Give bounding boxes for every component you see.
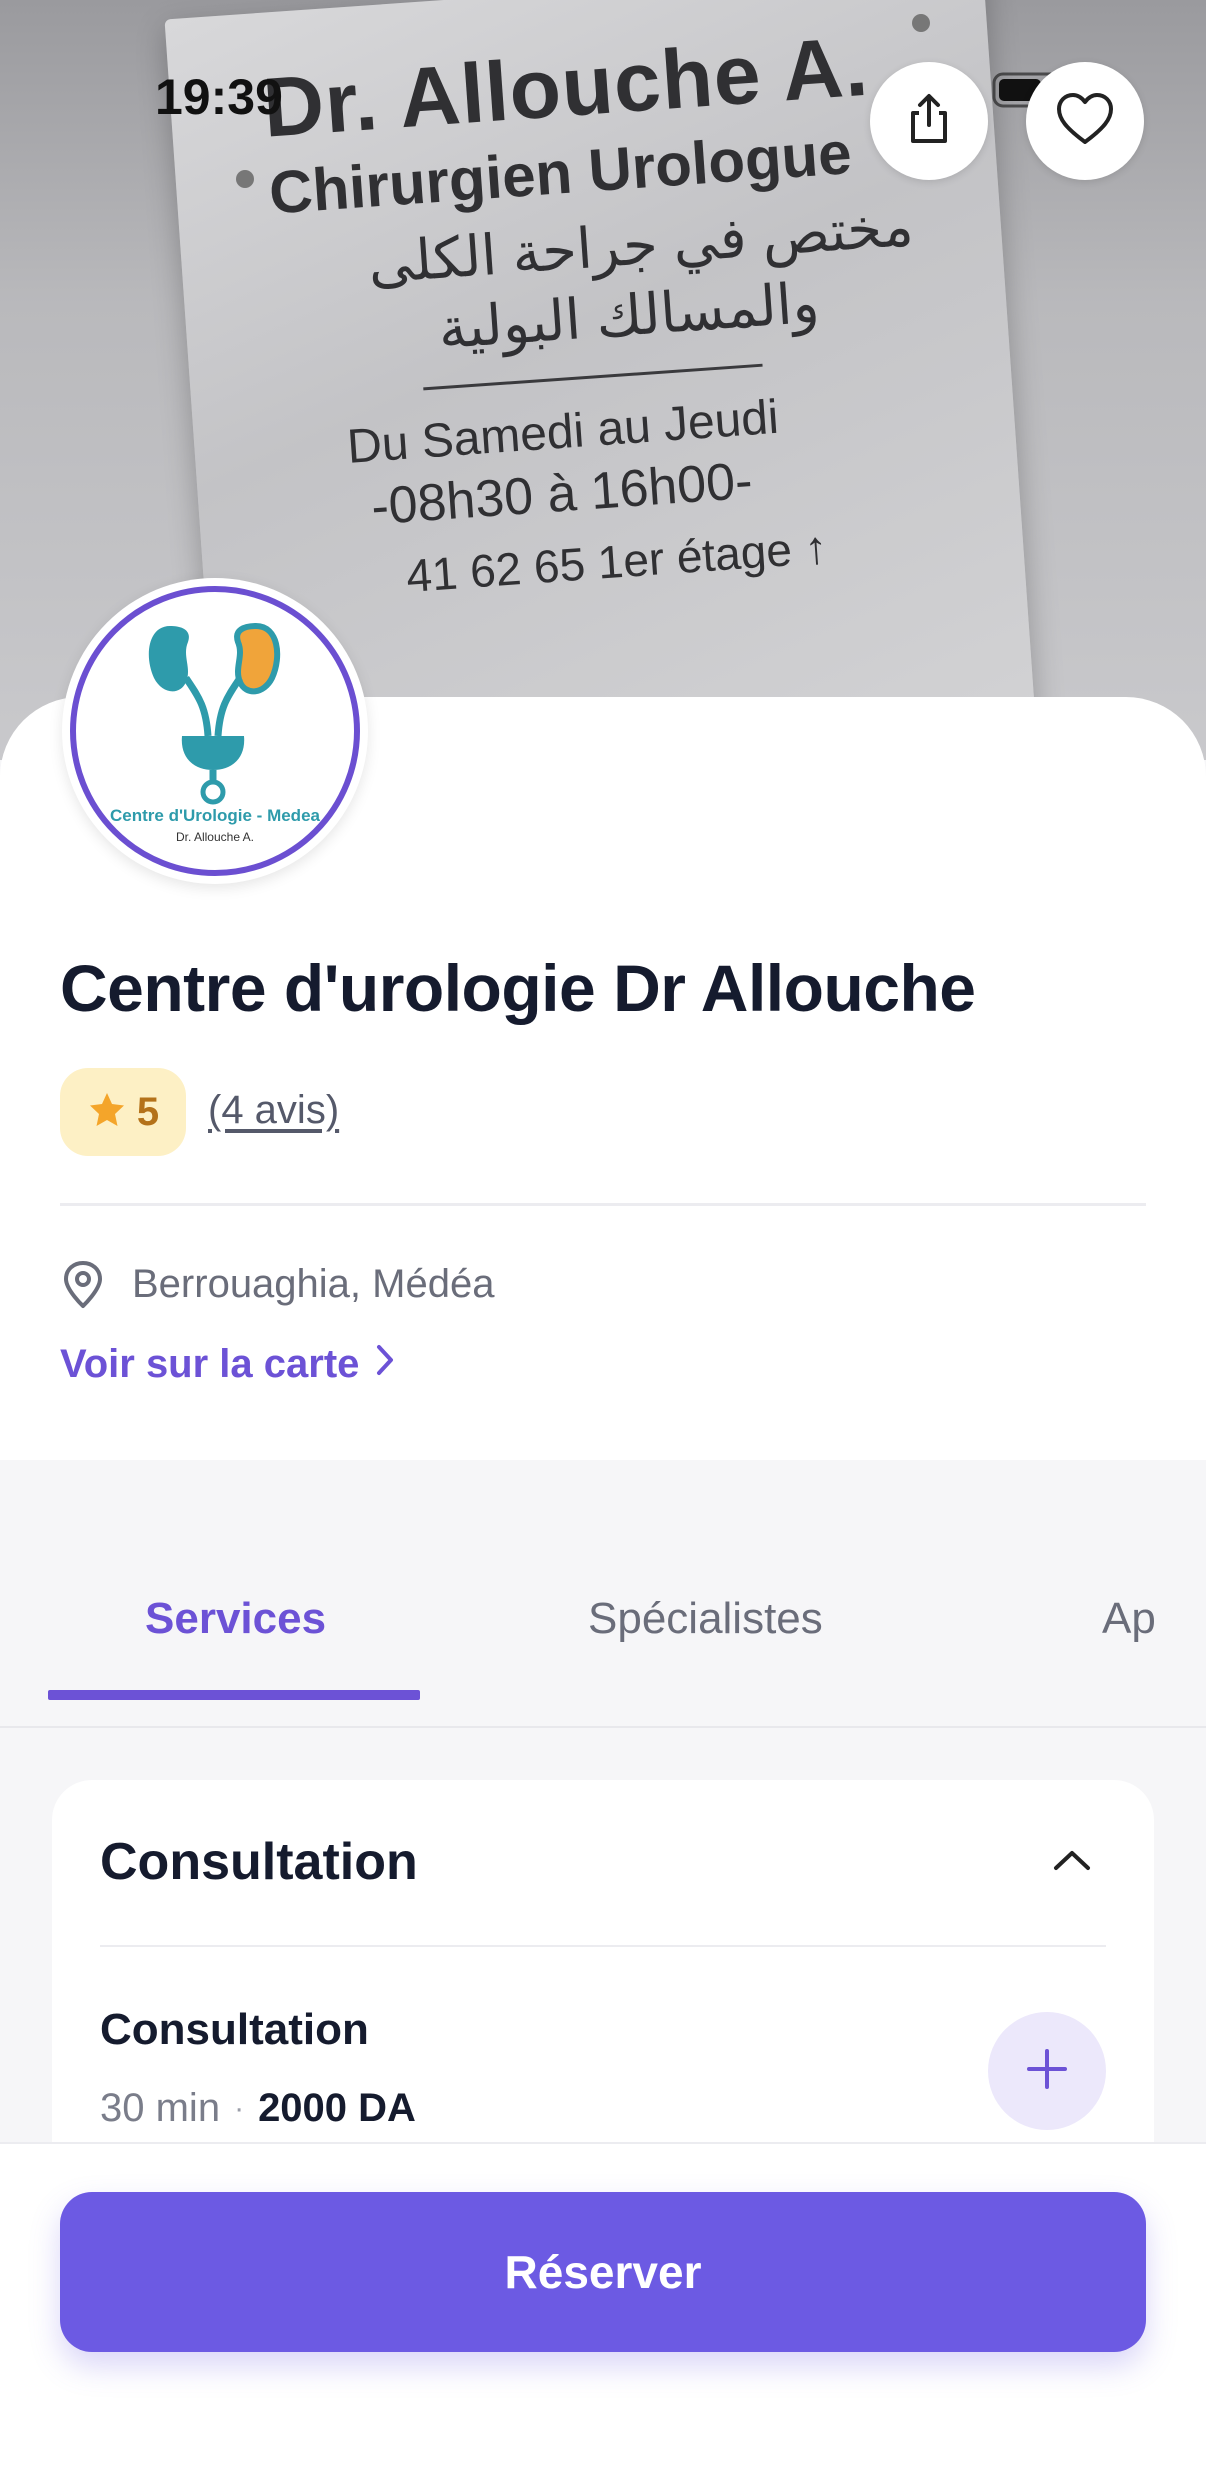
service-meta: 30 min · 2000 DA [100, 2086, 416, 2131]
collapse-button[interactable] [1052, 1848, 1092, 1877]
logo-name: Centre d'Urologie - Medea [110, 806, 320, 825]
card-divider [100, 1945, 1106, 1947]
clinic-logo: Centre d'Urologie - Medea Dr. Allouche A… [62, 578, 368, 884]
meta-separator: · [234, 2091, 245, 2125]
map-link-label: Voir sur la carte [60, 1342, 360, 1386]
tab-ap[interactable]: Ap [1102, 1594, 1162, 1644]
location-text: Berrouaghia, Médéa [132, 1262, 495, 1306]
section-title: Consultation [100, 1833, 418, 1891]
plus-icon [1025, 2047, 1069, 2096]
divider [60, 1203, 1146, 1206]
tab-specialists[interactable]: Spécialistes [588, 1594, 823, 1644]
view-map-link[interactable]: Voir sur la carte [60, 1342, 395, 1387]
service-duration: 30 min [100, 2086, 221, 2130]
heart-icon [1056, 92, 1114, 151]
favorite-button[interactable] [1026, 62, 1144, 180]
active-tab-indicator [48, 1690, 420, 1700]
clinic-title: Centre d'urologie Dr Allouche [60, 951, 976, 1025]
sign-separator [423, 363, 763, 391]
plate-screw [236, 170, 254, 188]
service-name: Consultation [100, 2005, 369, 2054]
tab-divider [0, 1726, 1206, 1728]
status-time: 19:39 [155, 69, 283, 125]
logo-circle: Centre d'Urologie - Medea Dr. Allouche A… [70, 586, 360, 876]
logo-subtitle: Dr. Allouche A. [175, 830, 255, 844]
location-pin-icon [60, 1260, 106, 1315]
share-icon [901, 91, 957, 152]
rating-value: 5 [136, 1089, 160, 1134]
star-icon [87, 1090, 127, 1135]
tab-services[interactable]: Services [145, 1594, 326, 1644]
share-button[interactable] [870, 62, 988, 180]
rating-badge: 5 [60, 1068, 186, 1156]
reviews-link[interactable]: (4 avis) [208, 1088, 339, 1133]
service-price: 2000 DA [258, 2086, 416, 2130]
chevron-up-icon [1052, 1851, 1092, 1876]
add-service-button[interactable] [988, 2012, 1106, 2130]
book-button[interactable]: Réserver [60, 2192, 1146, 2352]
chevron-right-icon [375, 1342, 395, 1387]
